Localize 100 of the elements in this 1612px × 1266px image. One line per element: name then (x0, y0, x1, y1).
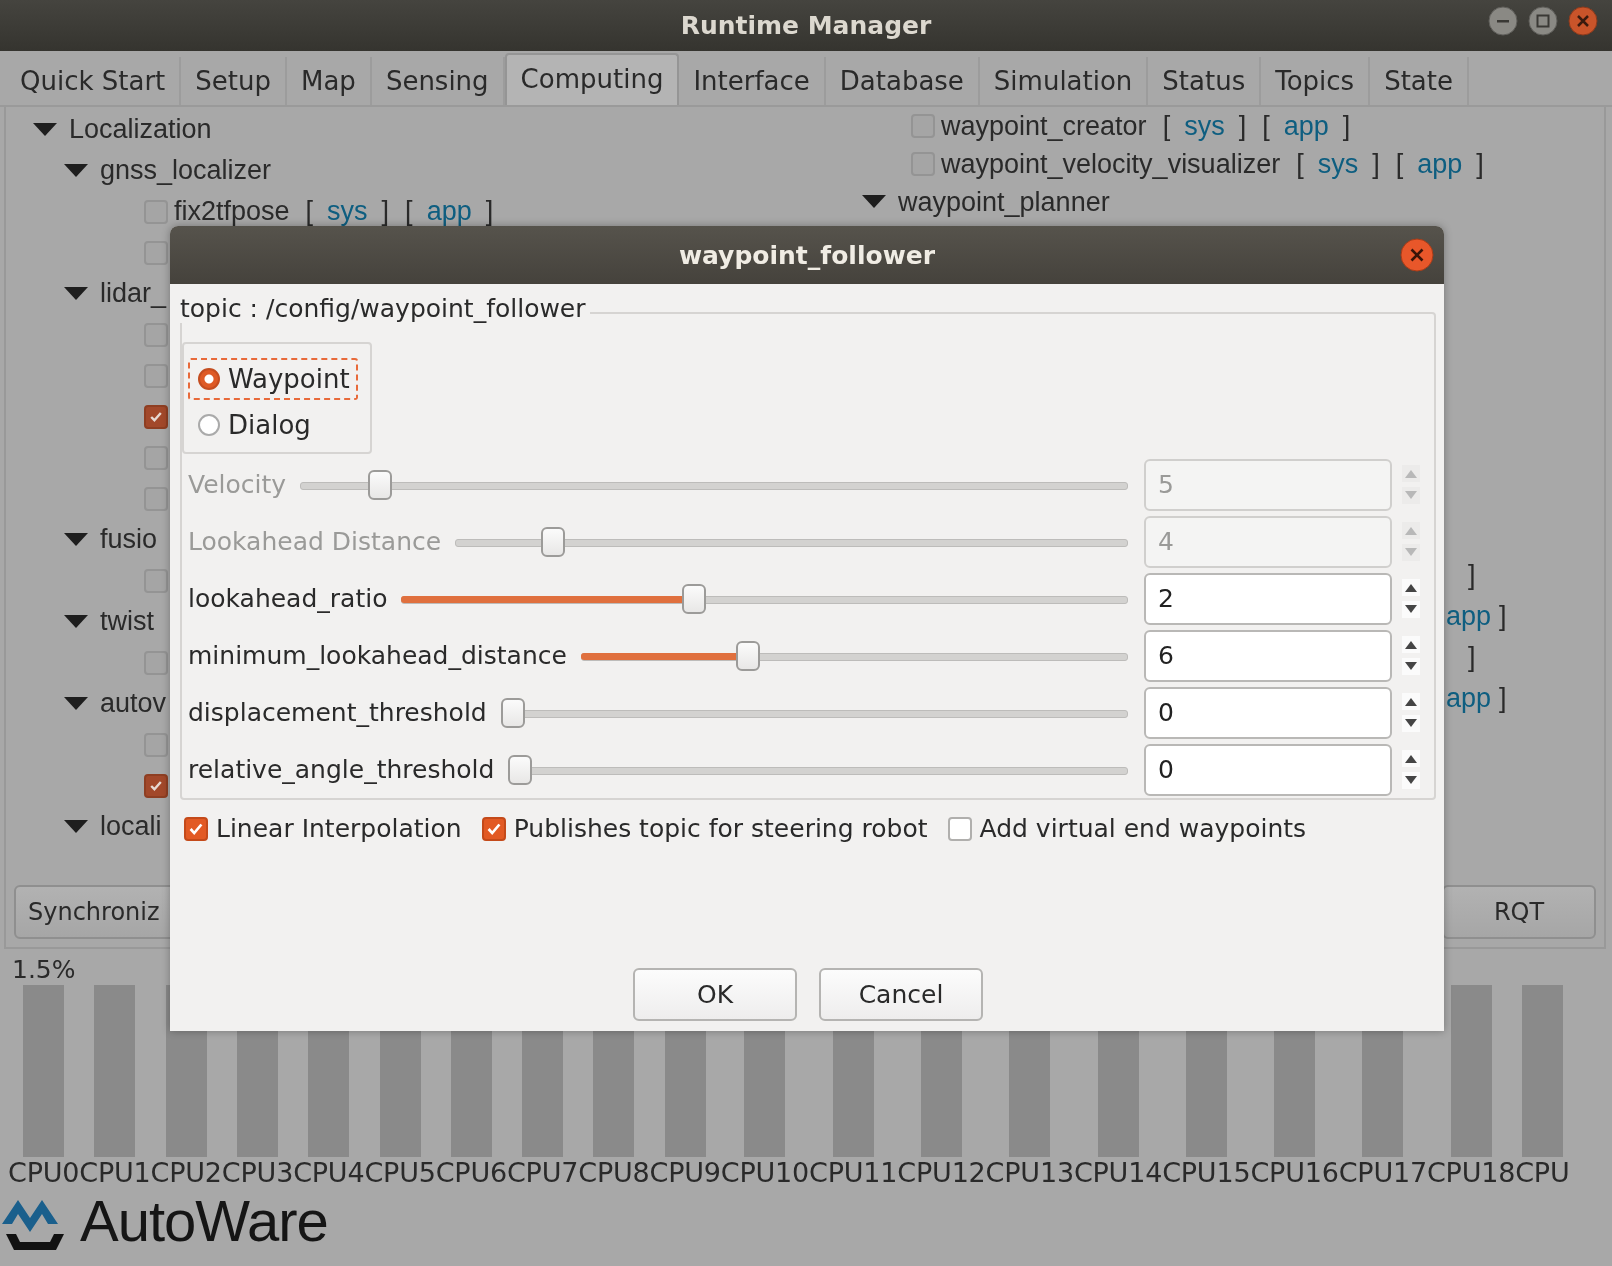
pane-button[interactable]: RQT (1442, 885, 1596, 939)
number-field[interactable]: 0 (1144, 743, 1392, 796)
tree-group-label[interactable]: locali (100, 811, 162, 842)
spin-arrows-icon[interactable] (1402, 578, 1420, 619)
close-icon[interactable] (1568, 6, 1598, 36)
parameter-label: Velocity (188, 470, 287, 499)
radio-option[interactable]: Waypoint (188, 358, 358, 400)
spin-arrows-icon[interactable] (1402, 749, 1420, 790)
cpu-label: CPU6 (435, 1157, 507, 1188)
bracket: [ (1395, 148, 1404, 180)
bracket: ] (1342, 110, 1351, 142)
collapse-arrow-icon[interactable] (64, 286, 88, 301)
radio-button[interactable] (198, 368, 220, 390)
tree-link[interactable]: sys (327, 196, 368, 227)
checkbox-label[interactable]: Publishes topic for steering robot (513, 814, 928, 843)
slider[interactable] (455, 525, 1128, 558)
slider-handle[interactable] (736, 640, 761, 671)
tab[interactable]: State (1370, 57, 1469, 105)
tree-item-label: fix2tfpose (174, 196, 290, 227)
checkbox[interactable] (144, 486, 168, 511)
tab[interactable]: Computing (504, 53, 680, 105)
slider-handle[interactable] (682, 583, 707, 614)
dialog-button[interactable]: Cancel (819, 968, 983, 1021)
cpu-label: CPU15 (1162, 1157, 1251, 1188)
bracket: ] (1476, 148, 1484, 180)
checkbox[interactable] (144, 568, 168, 593)
tree-group-label[interactable]: lidar_ (100, 278, 167, 309)
checkbox[interactable] (481, 816, 506, 841)
tree-group-label[interactable]: waypoint_planner (898, 186, 1110, 218)
slider[interactable] (500, 696, 1128, 729)
checkbox-label[interactable]: Linear Interpolation (216, 814, 462, 843)
checkbox[interactable] (144, 240, 168, 265)
tree-group-label[interactable]: fusio (100, 524, 158, 555)
dialog-button[interactable]: OK (633, 968, 797, 1021)
spin-arrows-icon[interactable] (1402, 692, 1420, 733)
slider-handle[interactable] (500, 697, 525, 728)
tree-group-label[interactable]: gnss_localizer (100, 155, 272, 186)
tree-link[interactable]: app (426, 196, 472, 227)
spin-arrows-icon[interactable] (1402, 635, 1420, 676)
cpu-label: CPU18 (1426, 1157, 1516, 1188)
number-field[interactable]: 0 (1144, 686, 1392, 739)
cpu-label: CPU8 (578, 1157, 650, 1188)
scale-label: 1.5% (12, 955, 77, 985)
tab[interactable]: Simulation (979, 57, 1149, 105)
cpu-label: CPU0 (8, 1157, 80, 1188)
window-title: Runtime Manager (680, 11, 932, 40)
tab[interactable]: Setup (181, 57, 287, 105)
checkbox[interactable] (144, 404, 168, 429)
close-icon[interactable] (1400, 238, 1434, 272)
collapse-arrow-icon[interactable] (64, 532, 88, 547)
parameter-label: relative_angle_threshold (188, 755, 495, 784)
cpu-label: CPU11 (809, 1157, 898, 1188)
checkbox[interactable] (144, 445, 168, 470)
slider[interactable] (580, 639, 1128, 672)
slider-handle[interactable] (508, 754, 533, 785)
number-field[interactable]: 2 (1144, 572, 1392, 625)
bracket: [ (1296, 148, 1304, 180)
tab[interactable]: Topics (1261, 57, 1371, 105)
slider[interactable] (401, 582, 1128, 615)
number-field[interactable]: 6 (1144, 629, 1392, 682)
cpu-label: CPU5 (364, 1157, 436, 1188)
collapse-arrow-icon[interactable] (64, 614, 88, 629)
checkbox[interactable] (144, 650, 168, 675)
tab[interactable]: Interface (679, 57, 826, 105)
checkbox[interactable] (144, 773, 168, 798)
slider[interactable] (508, 753, 1128, 786)
checkbox[interactable] (144, 322, 168, 347)
checkbox[interactable] (184, 816, 208, 841)
cpu-label: CPU13 (985, 1157, 1074, 1188)
tab[interactable]: Status (1148, 57, 1262, 105)
collapse-arrow-icon[interactable] (64, 819, 88, 834)
minimize-icon[interactable] (1488, 6, 1518, 36)
parameter-label: Lookahead Distance (188, 527, 442, 556)
cpu-label: CPU (1515, 1157, 1570, 1188)
tab[interactable]: Map (287, 57, 372, 105)
collapse-arrow-icon[interactable] (33, 122, 57, 137)
tab[interactable]: Quick Start (6, 57, 182, 105)
tree-group-label[interactable]: autov (100, 688, 167, 719)
tree-group-label[interactable]: twist (100, 606, 154, 637)
collapse-arrow-icon[interactable] (862, 195, 886, 209)
checkbox[interactable] (947, 816, 972, 841)
slider[interactable] (300, 468, 1128, 501)
bracket: [ (405, 196, 413, 227)
bracket: ] (1468, 560, 1476, 591)
checkbox[interactable] (144, 732, 168, 757)
tree-group-label[interactable]: Localization (69, 114, 212, 145)
collapse-arrow-icon[interactable] (64, 696, 88, 711)
checkbox-label[interactable]: Add virtual end waypoints (979, 814, 1307, 843)
bracket: [ (1162, 110, 1171, 142)
collapse-arrow-icon[interactable] (64, 163, 88, 178)
tab[interactable]: Database (825, 57, 980, 105)
cpu-label: CPU16 (1250, 1157, 1339, 1188)
tree-item-label: waypoint_velocity_visualizer (941, 148, 1281, 180)
checkbox[interactable] (144, 363, 168, 388)
cpu-label: CPU7 (506, 1157, 579, 1188)
radio-option[interactable]: Dialog (188, 404, 319, 446)
bracket: ] (1372, 148, 1380, 180)
cpu-label: CPU14 (1073, 1157, 1163, 1188)
maximize-icon[interactable] (1528, 6, 1558, 36)
radio-button[interactable] (198, 414, 220, 436)
